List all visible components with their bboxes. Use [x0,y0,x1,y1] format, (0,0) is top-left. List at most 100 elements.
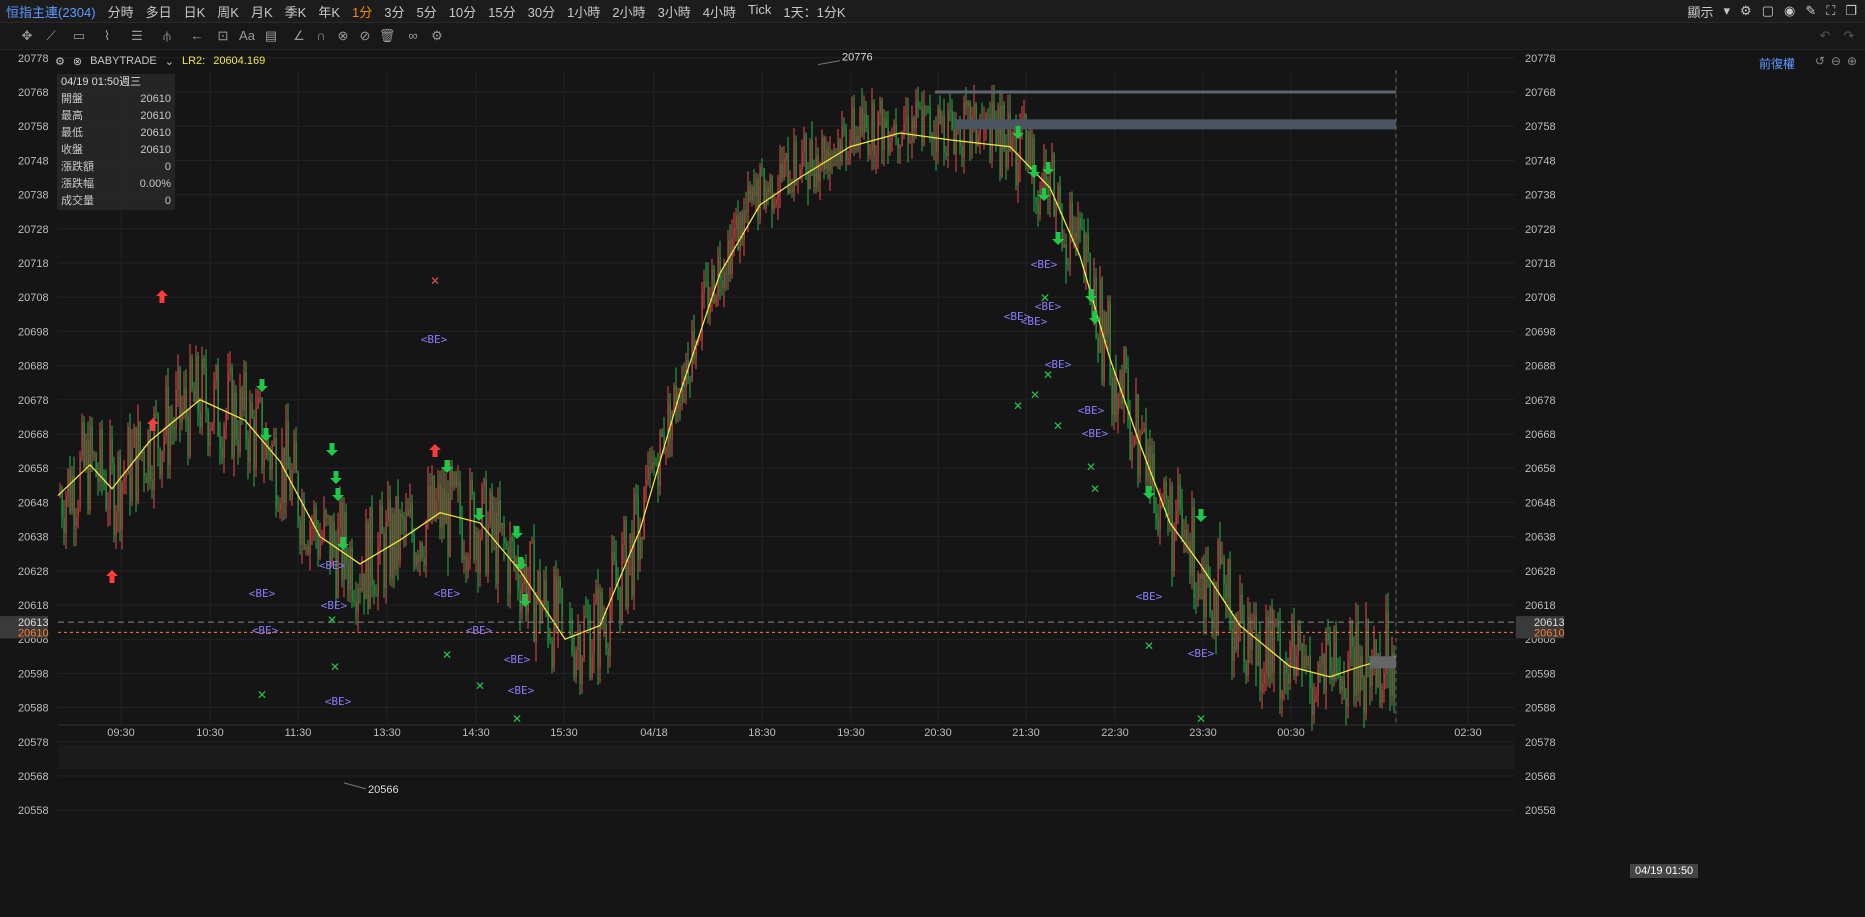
undo-icon[interactable]: ↶ [1816,27,1834,45]
tab-timeframe[interactable]: 3小時 [652,2,697,21]
tab-timeframe[interactable]: 周K [211,2,245,21]
candle-body [821,137,823,167]
tab-timeframe[interactable]: 30分 [522,2,561,21]
candle-body [745,210,747,213]
tab-timeframe[interactable]: 10分 [443,2,482,21]
tab-timeframe[interactable]: 15分 [482,2,521,21]
rect-tool-icon[interactable]: ▭ [70,27,88,45]
tab-timeframe[interactable]: 年K [312,2,346,21]
adjust-mode-button[interactable]: 前復權 [1759,55,1795,72]
cross-marker-icon: ✕ [1144,639,1154,653]
tab-timeframe[interactable]: 分時 [102,2,140,21]
settings-icon[interactable]: ⚙ [1740,3,1752,19]
price-tick-label-left: 20628 [18,566,49,578]
chevron-down-icon[interactable]: ▾ [1724,3,1731,19]
tab-timeframe[interactable]: 1小時 [561,2,606,21]
fullscreen-icon[interactable]: ⛶ [1826,3,1835,19]
tab-timeframe[interactable]: 1天：1分K [777,2,851,21]
candle-body [69,469,71,512]
tab-timeframe[interactable]: 3分 [378,2,410,21]
layout-icon[interactable]: ▢ [1762,3,1774,19]
candle-body [173,427,175,430]
tab-timeframe[interactable]: Tick [742,2,777,21]
candle-body [143,452,145,477]
candle-body [477,532,479,574]
candle-body [105,485,107,510]
ruler-icon[interactable]: ⊡ [214,27,232,45]
path-tool-icon[interactable]: ⌇ [98,27,116,45]
candle-body [1063,244,1065,248]
candle-body [999,105,1001,177]
candle-body [921,109,923,144]
candle-body [1071,202,1073,241]
tab-timeframe[interactable]: 月K [245,2,279,21]
camera-icon[interactable]: ◉ [1784,3,1795,19]
candle-body [639,537,641,560]
info-value: 20610 [140,127,171,139]
candle-body [1227,559,1229,599]
candle-body [1029,131,1031,171]
candle-body [237,439,239,453]
indicator-name[interactable]: BABYTRADE [90,55,157,67]
pencil-icon[interactable]: ✎ [1805,3,1816,19]
lock-icon[interactable]: ⊗ [334,27,352,45]
candle-body [253,417,255,468]
text-tool-icon[interactable]: Aa [238,27,256,45]
candle-body [919,107,921,110]
measure-icon[interactable]: ∠ [290,27,308,45]
candle-body [835,151,837,153]
candle-body [1177,485,1179,511]
candle-body [607,648,609,656]
candle-body [391,514,393,580]
reset-icon[interactable]: ↺ [1815,54,1825,68]
symbol-title[interactable]: 恒指主連(2304) [0,2,102,21]
candle-body [689,379,691,381]
tab-timeframe[interactable]: 多日 [140,2,178,21]
tab-timeframe[interactable]: 4小時 [697,2,742,21]
magnet-icon[interactable]: ∩ [312,27,330,45]
fib-tool-icon[interactable]: ☰ [128,27,146,45]
price-tick-label: 20708 [1525,292,1556,304]
candle-body [65,497,67,534]
close-icon[interactable]: ⊗ [73,55,82,68]
candle-body [949,109,951,112]
zoom-in-icon[interactable]: ⊕ [1847,54,1857,68]
line-tool-icon[interactable]: ⟋ [42,27,60,45]
restore-window-icon[interactable]: ❐ [1845,3,1857,19]
cursor-move-icon[interactable]: ✥ [18,27,36,45]
tab-timeframe[interactable]: 季K [279,2,313,21]
candle-body [1171,485,1173,571]
link-icon[interactable]: ∞ [404,27,422,45]
comment-icon[interactable]: ▤ [262,27,280,45]
pitchfork-icon[interactable]: ⫛ [158,27,176,45]
tab-timeframe[interactable]: 5分 [410,2,442,21]
candle-body [791,189,793,193]
display-menu[interactable]: 顯示 [1687,2,1713,21]
candle-body [1389,668,1391,697]
candle-body [605,623,607,649]
candle-body [1051,154,1053,168]
settings-icon[interactable]: ⚙ [55,55,65,68]
candle-body [861,108,863,135]
zoom-out-icon[interactable]: ⊖ [1831,54,1841,68]
tab-timeframe[interactable]: 1分 [346,2,378,21]
candle-body [347,563,349,590]
candle-body [621,545,623,622]
candle-body [849,140,851,159]
arrow-tool-icon[interactable]: ← [188,27,206,45]
hide-icon[interactable]: ⊘ [356,27,374,45]
cross-marker-icon: ✕ [1053,419,1063,433]
candle-body [1299,625,1301,645]
trash-icon[interactable]: 🗑 [378,27,396,45]
candle-body [513,541,515,564]
redo-icon[interactable]: ↷ [1840,27,1858,45]
candle-body [825,148,827,170]
tab-timeframe[interactable]: 2小時 [606,2,651,21]
candle-body [357,588,359,613]
kline-chart[interactable]: 20778 20778 20768 20768 20758 20758 20748 20748… [0,0,1865,917]
settings-icon[interactable]: ⚙ [428,27,446,45]
candle-body [809,140,811,190]
tab-timeframe[interactable]: 日K [178,2,212,21]
chevron-down-icon[interactable]: ⌄ [165,55,174,68]
candle-body [767,187,769,193]
